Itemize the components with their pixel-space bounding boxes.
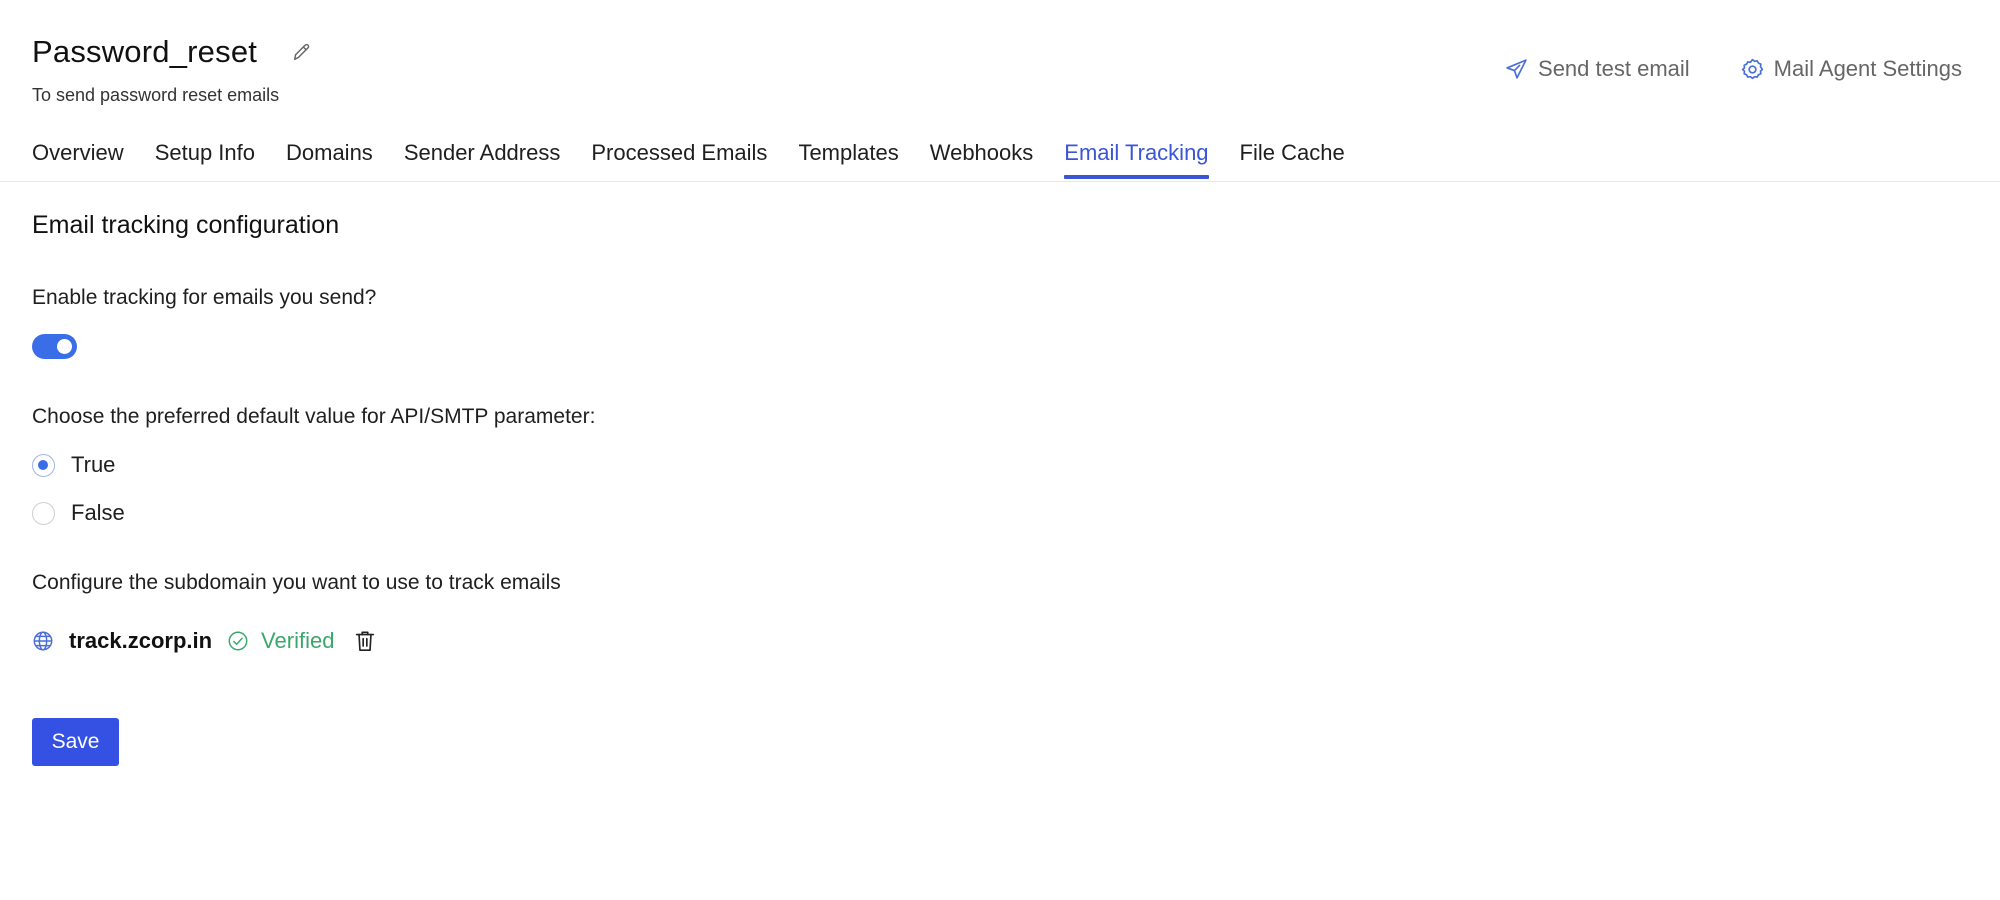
subdomain-name: track.zcorp.in	[69, 628, 213, 653]
page-subtitle: To send password reset emails	[32, 85, 280, 105]
gear-icon	[1740, 57, 1765, 82]
paper-plane-icon	[1504, 57, 1529, 82]
enable-tracking-label: Enable tracking for emails you send?	[32, 286, 377, 309]
subdomain-label: Configure the subdomain you want to use …	[32, 571, 561, 594]
radio-option-false[interactable]: False	[32, 500, 125, 526]
send-test-email-button[interactable]: Send test email	[1504, 56, 1690, 82]
subdomain-row: track.zcorp.in Verified	[32, 628, 376, 654]
mail-agent-settings-label: Mail Agent Settings	[1773, 56, 1962, 81]
tab-webhooks[interactable]: Webhooks	[930, 140, 1034, 178]
toggle-knob	[57, 339, 72, 354]
globe-icon	[32, 630, 54, 652]
radio-false-label: False	[71, 500, 125, 525]
default-value-label: Choose the preferred default value for A…	[32, 405, 596, 428]
radio-option-true[interactable]: True	[32, 452, 115, 478]
title-row: Password_reset	[32, 34, 313, 70]
tab-overview[interactable]: Overview	[32, 140, 124, 178]
tab-setup-info[interactable]: Setup Info	[155, 140, 255, 178]
tab-file-cache[interactable]: File Cache	[1240, 140, 1345, 178]
enable-tracking-toggle[interactable]	[32, 334, 77, 359]
mail-agent-settings-button[interactable]: Mail Agent Settings	[1740, 56, 1962, 82]
tab-templates[interactable]: Templates	[798, 140, 898, 178]
radio-false[interactable]	[32, 501, 55, 525]
header-actions: Send test email Mail Agent Settings	[1504, 56, 1962, 82]
check-circle-icon	[227, 630, 249, 652]
email-tracking-page: Password_reset To send password reset em…	[0, 0, 2000, 900]
section-title: Email tracking configuration	[32, 211, 340, 239]
radio-true-label: True	[71, 452, 116, 477]
radio-true[interactable]	[32, 453, 55, 477]
tab-sender-address[interactable]: Sender Address	[404, 140, 561, 178]
send-test-email-label: Send test email	[1538, 56, 1690, 81]
save-button[interactable]: Save	[32, 718, 119, 766]
tab-domains[interactable]: Domains	[286, 140, 373, 178]
verified-status: Verified	[261, 628, 335, 653]
tab-processed-emails[interactable]: Processed Emails	[591, 140, 767, 178]
pencil-edit-icon[interactable]	[291, 41, 313, 63]
tab-divider	[0, 181, 2000, 182]
tab-email-tracking[interactable]: Email Tracking	[1064, 140, 1209, 179]
page-title: Password_reset	[32, 34, 258, 69]
trash-icon[interactable]	[354, 629, 376, 653]
tab-bar: Overview Setup Info Domains Sender Addre…	[32, 140, 1376, 179]
